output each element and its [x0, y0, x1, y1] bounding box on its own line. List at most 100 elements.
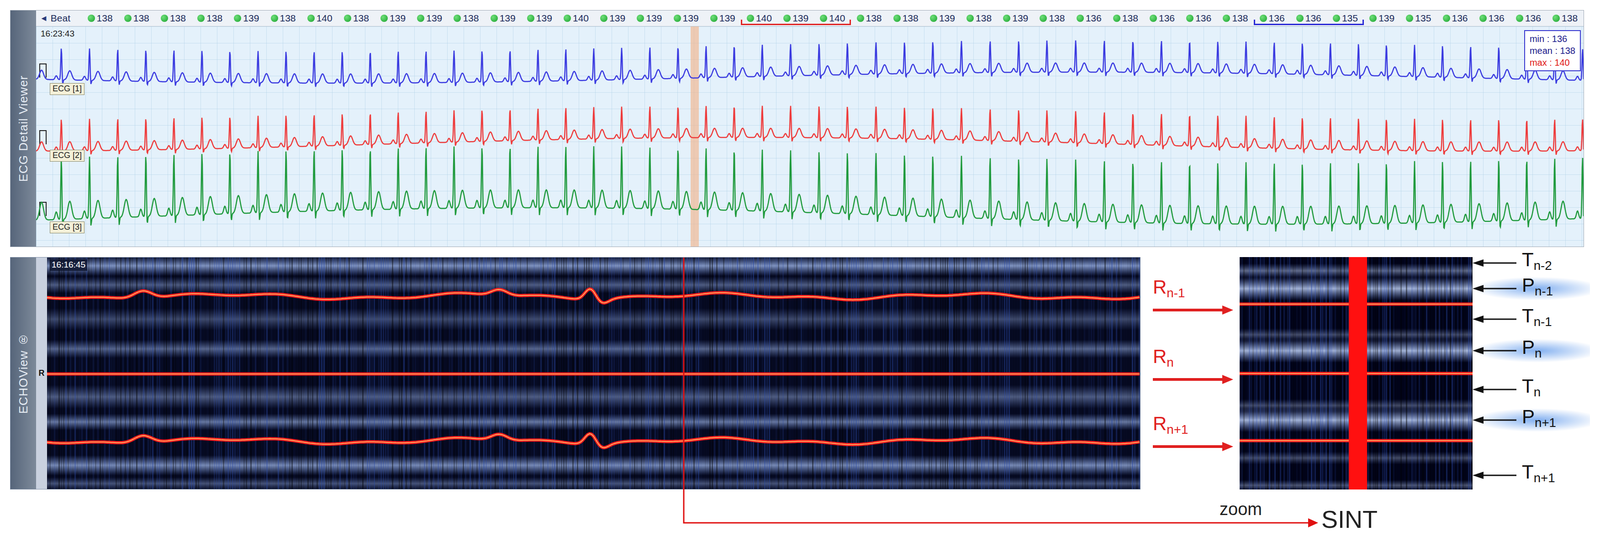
ecg-waveform — [36, 105, 1584, 155]
beat-rate: 136 — [1268, 12, 1285, 24]
beat-rate: 136 — [1085, 12, 1102, 24]
stat-line: max : 140 — [1529, 56, 1576, 69]
beat-item[interactable]: 136 — [1290, 10, 1327, 27]
beat-item[interactable]: 138 — [81, 10, 119, 27]
beat-item[interactable]: 138 — [961, 10, 998, 27]
echoview-panel: ECHOView ®R16:16:45 — [10, 257, 1141, 490]
beat-rate: 138 — [902, 12, 919, 24]
beat-item[interactable]: 138 — [118, 10, 155, 27]
r-marker: R — [36, 257, 48, 490]
wave-label: Pn — [1472, 338, 1590, 363]
r-label-text: Rn+1 — [1152, 412, 1234, 442]
beat-rate: 136 — [1488, 12, 1505, 24]
beat-item[interactable]: 139 — [997, 10, 1035, 27]
wave-label-text: Tn+1 — [1521, 460, 1556, 490]
beat-dot — [1149, 14, 1157, 22]
beat-nav[interactable]: ◄Beat — [36, 10, 82, 27]
stats-box: min : 136mean : 138max : 140 — [1524, 30, 1581, 72]
beat-dot — [124, 14, 132, 22]
beat-item[interactable]: 136 — [1473, 10, 1511, 27]
beat-item[interactable]: 139 — [631, 10, 668, 27]
beat-dot — [1405, 14, 1414, 22]
beat-item[interactable]: 138 — [1034, 10, 1071, 27]
beat-item[interactable]: 139 — [521, 10, 558, 27]
beat-item[interactable]: 139 — [924, 10, 961, 27]
ecg-grid — [36, 26, 1584, 247]
beat-dot — [1515, 14, 1524, 22]
beat-item[interactable]: 138 — [1217, 10, 1254, 27]
beat-item[interactable]: 136 — [1436, 10, 1474, 27]
beat-item[interactable]: 139 — [704, 10, 741, 27]
beat-item[interactable]: 139 — [667, 10, 705, 27]
beat-dot — [1552, 14, 1560, 22]
r-wave-line — [47, 433, 1140, 449]
lead-label: ECG [2] — [49, 149, 85, 162]
beat-item[interactable]: 138 — [1547, 10, 1584, 27]
beat-rate: 139 — [1012, 12, 1029, 24]
beat-item[interactable]: 136 — [1070, 10, 1108, 27]
beat-item[interactable]: 139 — [1363, 10, 1401, 27]
beat-dot — [453, 14, 461, 22]
beat-item[interactable]: 139 — [411, 10, 449, 27]
beat-item[interactable]: 138 — [337, 10, 375, 27]
beat-rate: 138 — [975, 12, 992, 24]
beat-item[interactable]: 139 — [228, 10, 265, 27]
beat-item[interactable]: 138 — [264, 10, 302, 27]
beat-item[interactable]: 135 — [1400, 10, 1437, 27]
ecg-viewer-title: ECG Detail Viewer — [16, 75, 31, 182]
beat-rate: 140 — [316, 12, 333, 24]
left-arrow-icon — [1472, 283, 1517, 295]
beat-rate: 138 — [353, 12, 370, 24]
lead-label: ECG [3] — [49, 221, 85, 234]
beat-dot — [929, 14, 938, 22]
beat-dot — [856, 14, 865, 22]
beat-item[interactable]: 138 — [887, 10, 925, 27]
beat-dot — [1296, 14, 1304, 22]
beat-item[interactable]: 138 — [154, 10, 192, 27]
beat-item[interactable]: 138 — [191, 10, 229, 27]
beat-dot — [1369, 14, 1377, 22]
beat-item[interactable]: 140 — [557, 10, 595, 27]
beat-item[interactable]: 136 — [1510, 10, 1547, 27]
beat-item[interactable]: 139 — [484, 10, 522, 27]
beat-item[interactable]: 136 — [1143, 10, 1181, 27]
ecg-waveform — [36, 146, 1584, 232]
beat-dot — [527, 14, 535, 22]
beat-dot — [343, 14, 352, 22]
beat-item[interactable]: 140 — [740, 10, 778, 27]
beat-dot — [710, 14, 718, 22]
beat-item[interactable]: 135 — [1326, 10, 1364, 27]
left-arrow-icon[interactable]: ◄ — [39, 13, 48, 24]
ecg-side-strip: ECG Detail Viewer — [10, 10, 37, 247]
r-label: Rn-1 — [1152, 275, 1234, 316]
beat-dot — [87, 14, 96, 22]
beat-dot — [1186, 14, 1194, 22]
beat-rate: 138 — [169, 12, 186, 24]
ecg-waveform — [36, 40, 1584, 88]
beat-item[interactable]: 136 — [1180, 10, 1218, 27]
beat-item[interactable]: 139 — [594, 10, 632, 27]
beat-item[interactable]: 138 — [850, 10, 888, 27]
cursor-line[interactable] — [683, 257, 685, 490]
sint-bar — [1348, 257, 1368, 490]
right-arrow-icon — [1152, 374, 1234, 386]
beat-dot — [1259, 14, 1268, 22]
wave-label: Pn+1 — [1472, 408, 1590, 433]
beat-rate: 136 — [1305, 12, 1322, 24]
beat-item[interactable]: 139 — [374, 10, 412, 27]
beat-item[interactable]: 140 — [814, 10, 851, 27]
zoom-inset — [1239, 257, 1473, 490]
stat-line: min : 136 — [1529, 32, 1576, 45]
beat-item[interactable]: 136 — [1253, 10, 1291, 27]
echo-texture — [1239, 257, 1473, 490]
beat-dot — [1442, 14, 1451, 22]
r-wave-line — [47, 374, 1140, 375]
left-arrow-icon — [1472, 469, 1517, 481]
beat-bar: ◄Beat13813813813813913814013813913913813… — [36, 10, 1584, 27]
beat-item[interactable]: 139 — [777, 10, 815, 27]
zoom-spectrogram — [1239, 257, 1473, 490]
beat-item[interactable]: 140 — [301, 10, 338, 27]
beat-dot — [819, 14, 828, 22]
beat-item[interactable]: 138 — [448, 10, 485, 27]
beat-item[interactable]: 138 — [1107, 10, 1144, 27]
